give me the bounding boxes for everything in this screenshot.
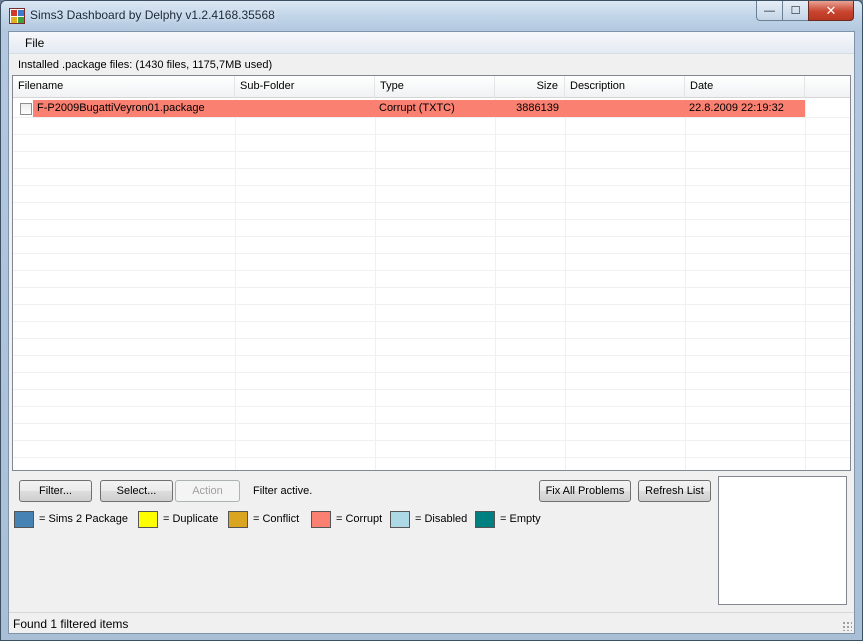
legend-label: = Duplicate (163, 513, 219, 525)
column-header-subfolder[interactable]: Sub-Folder (235, 76, 375, 98)
column-separator (235, 98, 236, 470)
installed-files-label: Installed .package files: (1430 files, 1… (18, 59, 273, 71)
row-separator (13, 457, 850, 458)
legend-swatch (138, 511, 158, 528)
cell-description (565, 100, 685, 117)
legend-label: = Corrupt (336, 513, 383, 525)
legend-label: = Conflict (253, 513, 300, 525)
menu-bar: File (9, 32, 854, 54)
row-separator (13, 338, 850, 339)
client-area: File Installed .package files: (1430 fil… (8, 31, 855, 634)
cell-type: Corrupt (TXTC) (379, 102, 455, 114)
legend-swatch (390, 511, 410, 528)
row-checkbox[interactable] (20, 103, 32, 115)
app-window: Sims3 Dashboard by Delphy v1.2.4168.3556… (0, 0, 863, 641)
column-separator (495, 98, 496, 470)
row-separator (13, 321, 850, 322)
cell-date: 22.8.2009 22:19:32 (689, 102, 784, 114)
filter-status-text: Filter active. (253, 485, 313, 497)
row-separator (13, 304, 850, 305)
row-separator (13, 202, 850, 203)
column-header-size[interactable]: Size (495, 76, 565, 98)
fix-all-problems-button[interactable]: Fix All Problems (539, 480, 631, 502)
cell-size: 3886139 (516, 102, 559, 114)
table-row[interactable]: F-P2009BugattiVeyron01.package Corrupt (… (13, 100, 850, 117)
legend-swatch (14, 511, 34, 528)
row-separator (13, 270, 850, 271)
row-separator (13, 219, 850, 220)
list-header: Filename Sub-Folder Type Size Descriptio… (13, 76, 850, 98)
row-separator (13, 440, 850, 441)
select-button[interactable]: Select... (100, 480, 173, 502)
status-bar: Found 1 filtered items (9, 612, 854, 633)
column-separator (565, 98, 566, 470)
row-separator (13, 185, 850, 186)
window-title: Sims3 Dashboard by Delphy v1.2.4168.3556… (30, 8, 275, 22)
row-separator (13, 389, 850, 390)
column-header-type[interactable]: Type (375, 76, 495, 98)
legend-label: = Empty (500, 513, 541, 525)
cell-filename: F-P2009BugattiVeyron01.package (37, 102, 205, 114)
filter-button[interactable]: Filter... (19, 480, 92, 502)
preview-panel (718, 476, 847, 605)
row-separator (13, 372, 850, 373)
cell-subfolder (235, 100, 375, 117)
close-button[interactable]: ✕ (808, 1, 854, 21)
row-separator (13, 253, 850, 254)
row-separator (13, 423, 850, 424)
refresh-list-button[interactable]: Refresh List (638, 480, 711, 502)
legend-label: = Sims 2 Package (39, 513, 128, 525)
row-separator (13, 117, 850, 118)
row-separator (13, 151, 850, 152)
legend-swatch (311, 511, 331, 528)
menu-file[interactable]: File (25, 36, 44, 50)
column-separator (685, 98, 686, 470)
resize-grip-icon[interactable] (842, 621, 852, 631)
legend-swatch (228, 511, 248, 528)
legend-swatch (475, 511, 495, 528)
column-header-description[interactable]: Description (565, 76, 685, 98)
status-text: Found 1 filtered items (13, 617, 129, 631)
row-separator (13, 406, 850, 407)
row-separator (13, 168, 850, 169)
app-icon[interactable] (9, 8, 25, 24)
column-header-filename[interactable]: Filename (13, 76, 235, 98)
row-separator (13, 287, 850, 288)
title-bar[interactable]: Sims3 Dashboard by Delphy v1.2.4168.3556… (1, 1, 862, 31)
action-button[interactable]: Action (175, 480, 240, 502)
row-separator (13, 355, 850, 356)
row-separator (13, 134, 850, 135)
column-separator (805, 98, 806, 470)
maximize-button[interactable]: ☐ (782, 1, 809, 21)
column-separator (375, 98, 376, 470)
column-header-date[interactable]: Date (685, 76, 805, 98)
row-separator (13, 236, 850, 237)
package-list[interactable]: Filename Sub-Folder Type Size Descriptio… (12, 75, 851, 471)
minimize-button[interactable]: — (756, 1, 783, 21)
legend-label: = Disabled (415, 513, 468, 525)
